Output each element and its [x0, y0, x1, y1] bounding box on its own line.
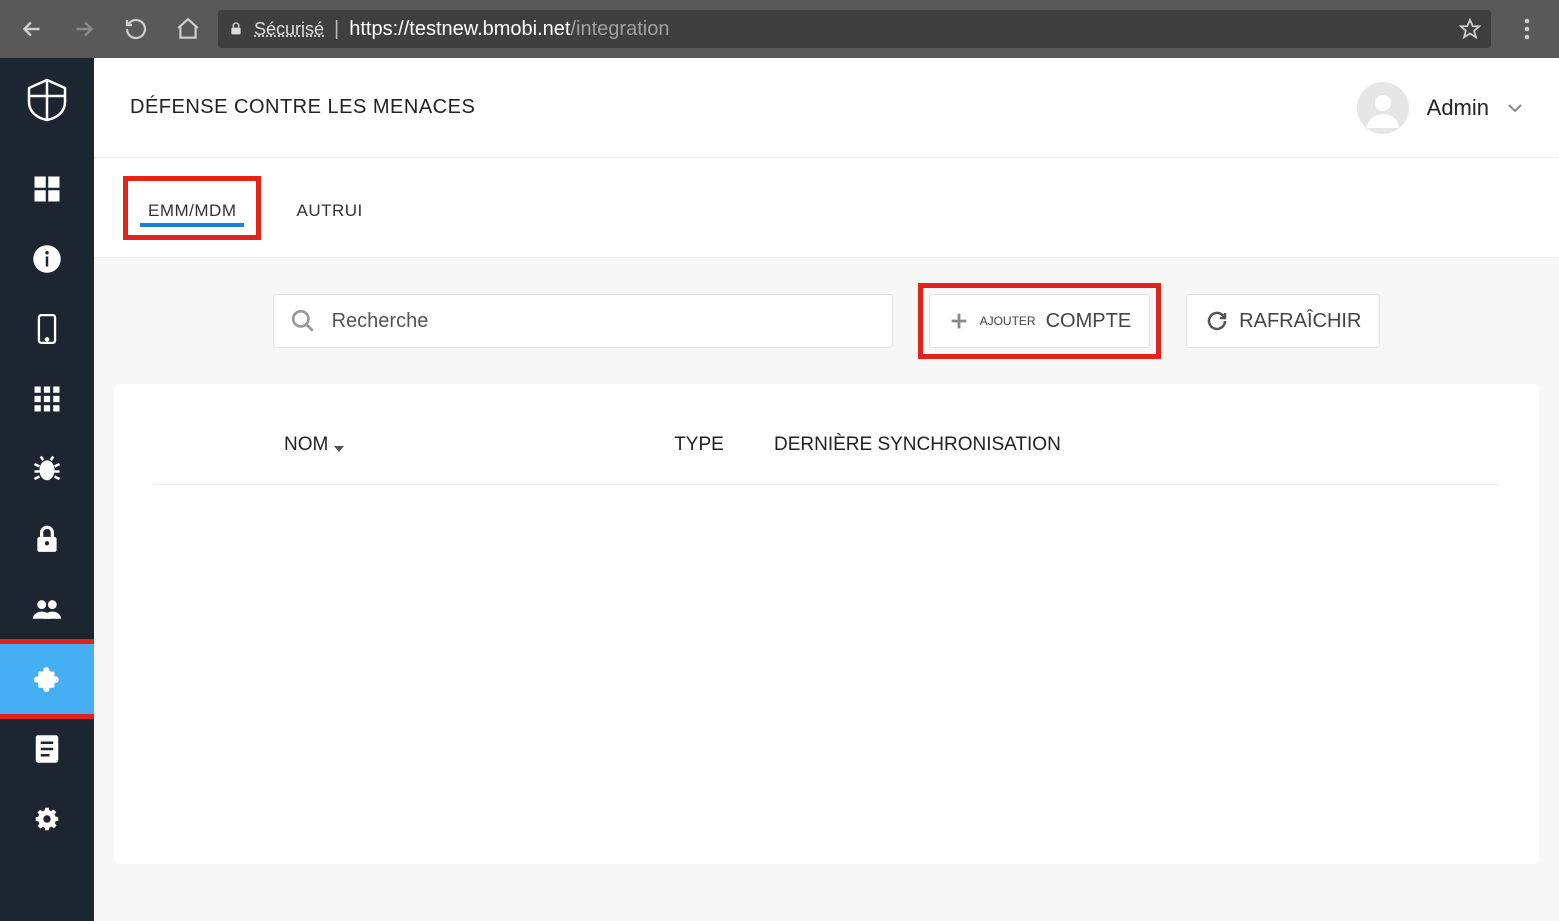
col-nom-label: NOM	[284, 434, 328, 456]
add-account-button[interactable]: AJOUTER COMPTE	[929, 294, 1151, 348]
sort-icon	[334, 438, 344, 452]
sidebar-item-device[interactable]	[0, 294, 94, 364]
star-icon[interactable]	[1459, 18, 1481, 40]
lock-icon	[228, 21, 244, 37]
content-area: NOM TYPE DERNIÈRE SYNCHRONISATION	[94, 384, 1559, 921]
tabs: EMM/MDM AUTRUI	[94, 158, 1559, 258]
tab-autrui[interactable]: AUTRUI	[276, 181, 382, 235]
page-title: DÉFENSE CONTRE LES MENACES	[130, 96, 475, 119]
add-small-label: AJOUTER	[980, 314, 1036, 328]
sidebar-item-info[interactable]	[0, 224, 94, 294]
top-header: DÉFENSE CONTRE LES MENACES Admin	[94, 58, 1559, 158]
tab-label: AUTRUI	[296, 201, 362, 220]
refresh-button[interactable]: RAFRAÎCHIR	[1186, 294, 1380, 348]
url-base: https://testnew.bmobi.net	[349, 18, 570, 40]
back-button[interactable]	[10, 7, 54, 51]
sidebar-item-bug[interactable]	[0, 434, 94, 504]
app-logo	[23, 76, 71, 124]
sidebar-item-settings[interactable]	[0, 784, 94, 854]
user-menu[interactable]: Admin	[1357, 82, 1523, 134]
plus-icon	[948, 310, 970, 332]
search-box[interactable]	[273, 294, 893, 348]
sidebar-item-lock[interactable]	[0, 504, 94, 574]
browser-toolbar: Sécurisé | https://testnew.bmobi.net/int…	[0, 0, 1559, 58]
reload-button[interactable]	[114, 7, 158, 51]
tab-emm-mdm[interactable]: EMM/MDM	[128, 181, 256, 235]
user-name-label: Admin	[1427, 95, 1489, 121]
column-header-nom[interactable]: NOM	[284, 434, 624, 456]
forward-button[interactable]	[62, 7, 106, 51]
sidebar-item-document[interactable]	[0, 714, 94, 784]
tab-label: EMM/MDM	[148, 201, 236, 220]
refresh-icon	[1205, 309, 1229, 333]
sidebar-item-apps[interactable]	[0, 364, 94, 434]
table-card: NOM TYPE DERNIÈRE SYNCHRONISATION	[114, 384, 1539, 864]
home-button[interactable]	[166, 7, 210, 51]
column-header-type[interactable]: TYPE	[624, 434, 774, 456]
column-header-sync[interactable]: DERNIÈRE SYNCHRONISATION	[774, 434, 1369, 456]
main-content: DÉFENSE CONTRE LES MENACES Admin EMM/MDM	[94, 58, 1559, 921]
search-icon	[290, 308, 316, 334]
address-bar[interactable]: Sécurisé | https://testnew.bmobi.net/int…	[218, 10, 1491, 48]
chevron-down-icon	[1507, 103, 1523, 113]
toolbar: AJOUTER COMPTE RAFRAÎCHIR	[94, 258, 1559, 384]
url-path: /integration	[570, 18, 669, 40]
table-header: NOM TYPE DERNIÈRE SYNCHRONISATION	[154, 434, 1499, 485]
sidebar	[0, 58, 94, 921]
secure-label: Sécurisé	[254, 19, 324, 40]
sidebar-item-integration[interactable]	[0, 644, 94, 714]
add-label: COMPTE	[1046, 310, 1132, 333]
sidebar-item-dashboard[interactable]	[0, 154, 94, 224]
sidebar-item-users[interactable]	[0, 574, 94, 644]
search-input[interactable]	[332, 310, 876, 333]
url-text: https://testnew.bmobi.net/integration	[349, 18, 669, 41]
avatar	[1357, 82, 1409, 134]
addr-divider: |	[334, 18, 339, 41]
refresh-label: RAFRAÎCHIR	[1239, 310, 1361, 333]
browser-menu-button[interactable]	[1505, 7, 1549, 51]
